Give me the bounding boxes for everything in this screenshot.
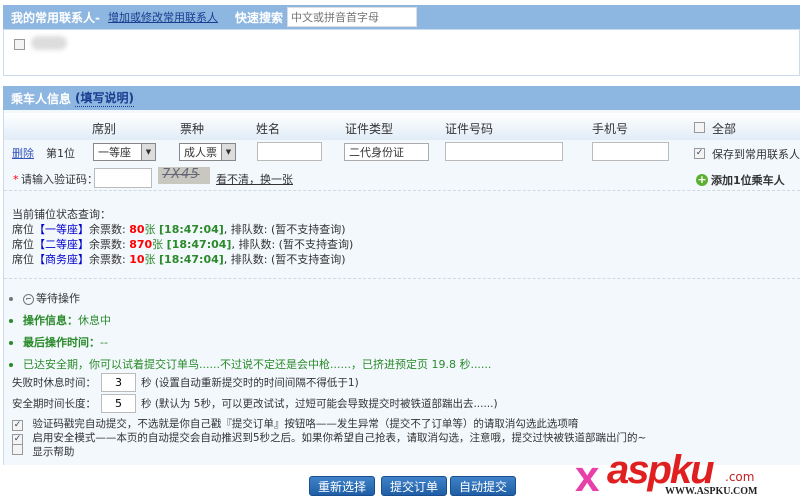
divider	[4, 278, 800, 279]
header-phone: 手机号	[592, 122, 629, 136]
header-ticket: 票种	[180, 122, 205, 136]
last-op-value: --	[100, 336, 108, 349]
seat-status-row: 席位【商务座】余票数: 10张 [18:47:04], 排队数: (暂不支持查询…	[12, 252, 353, 267]
clock-icon: ⌐	[23, 293, 34, 305]
help-link[interactable]: (填写说明)	[75, 89, 134, 107]
waiting-status: 等待操作	[36, 292, 80, 305]
remaining-label: 余票数:	[89, 223, 130, 236]
add-passenger-link[interactable]: 添加1位乘车人	[711, 172, 785, 188]
op-info-value: 休息中	[78, 314, 111, 327]
passenger-index: 第1位	[46, 147, 75, 160]
status-title: 当前铺位状态查询：	[12, 208, 111, 221]
remaining-count: 10	[129, 253, 145, 266]
contact-name-blurred	[31, 36, 67, 50]
seat-type: 【商务座】	[34, 253, 89, 266]
seat-select[interactable]: 一等座 ▼	[93, 143, 156, 161]
show-help-checkbox[interactable]	[12, 444, 23, 455]
ticket-select[interactable]: 成人票 ▼	[179, 143, 236, 161]
seat-status-row: 席位【一等座】余票数: 80张 [18:47:04], 排队数: (暂不支持查询…	[12, 222, 353, 237]
save-contact-label: 保存到常用联系人	[712, 148, 800, 161]
contacts-list	[3, 29, 800, 76]
seat-prefix: 席位	[12, 223, 34, 236]
chevron-down-icon: ▼	[141, 144, 155, 160]
id-type-select[interactable]: 二代身份证	[344, 143, 429, 161]
safe-mode-label: 启用安全模式——本页的自动提交会自动推迟到5秒之后。如果你希望自己抢表，请取消勾…	[32, 432, 647, 444]
divider	[4, 190, 800, 191]
auto-submit-button[interactable]: 自动提交	[450, 476, 517, 496]
required-asterisk: *	[13, 173, 19, 186]
unit: 张	[144, 253, 156, 266]
captcha-refresh-link[interactable]: 看不清，换一张	[216, 171, 293, 187]
passenger-header: 乘车人信息 (填写说明)	[3, 86, 800, 110]
fail-rest-input[interactable]	[101, 372, 136, 392]
remaining-label: 余票数:	[89, 238, 130, 251]
seat-status-row: 席位【二等座】余票数: 870张 [18:47:04], 排队数: (暂不支持查…	[12, 237, 353, 252]
save-contact-checkbox[interactable]: ✓	[694, 148, 705, 159]
seat-prefix: 席位	[12, 238, 34, 251]
select-all-checkbox[interactable]	[694, 122, 705, 133]
safe-period-input[interactable]	[101, 393, 136, 413]
reset-button[interactable]: 重新选择	[309, 476, 376, 496]
edit-contacts-link[interactable]: 增加或修改常用联系人	[108, 9, 218, 25]
remaining-count: 870	[129, 238, 153, 251]
settings-section: 失败时休息时间： 秒 (设置自动重新提交时的时间间隔不得低于1) 安全期时间长度：…	[12, 372, 646, 458]
name-input[interactable]	[257, 142, 322, 161]
contacts-title: 我的常用联系人-	[11, 10, 100, 25]
captcha-input[interactable]	[94, 168, 152, 188]
table-header: 席别 票种 姓名 证件类型 证件号码 手机号 全部	[4, 113, 800, 140]
show-help-label: 显示帮助	[32, 446, 75, 458]
add-icon: +	[696, 173, 708, 186]
query-time: [18:47:04]	[159, 223, 224, 236]
delete-link[interactable]: 删除	[12, 145, 34, 161]
header-name: 姓名	[256, 122, 281, 136]
safe-period-label: 安全期时间长度：	[12, 397, 96, 410]
header-seat: 席别	[92, 122, 117, 136]
remaining-label: 余票数:	[89, 253, 130, 266]
status-section: 当前铺位状态查询： 席位【一等座】余票数: 80张 [18:47:04], 排队…	[12, 207, 353, 267]
query-time: [18:47:04]	[159, 253, 224, 266]
header-id-type: 证件类型	[345, 122, 394, 136]
chevron-down-icon: ▼	[221, 144, 235, 160]
fail-rest-label: 失败时休息时间：	[12, 376, 96, 389]
safe-period-message: 已达安全期，你可以试着提交订单鸟......不过说不定还是会中枪......，已…	[23, 358, 492, 371]
submit-order-button[interactable]: 提交订单	[381, 476, 448, 496]
contacts-header: 我的常用联系人- 增加或修改常用联系人 快速搜索	[3, 5, 800, 29]
safe-period-note: 秒 (默认为 5秒，可以更改试试，过短可能会导致提交时被铁道部踹出去......…	[141, 397, 498, 410]
seat-value: 一等座	[98, 146, 131, 159]
captcha-image[interactable]: 7X45	[158, 167, 210, 184]
ticket-value: 成人票	[184, 146, 217, 159]
queue-info: , 排队数: (暂不支持查询)	[231, 238, 354, 251]
header-all: 全部	[712, 122, 737, 136]
ops-section: ⌐ 等待操作 操作信息：休息中 最后操作时间：-- 已达安全期，你可以试着提交订单…	[9, 288, 491, 376]
auto-submit-label: 验证码戳完自动提交，不选就是你自己戳『提交订单』按钮咯——发生异常（提交不了订单…	[32, 418, 579, 430]
unit: 张	[144, 223, 156, 236]
quick-search-label: 快速搜索	[234, 10, 283, 25]
id-type-value: 二代身份证	[349, 146, 404, 159]
queue-info: , 排队数: (暂不支持查询)	[223, 223, 346, 236]
fail-rest-note: 秒 (设置自动重新提交时的时间间隔不得低于1)	[141, 376, 359, 389]
unit: 张	[152, 238, 164, 251]
seat-type: 【二等座】	[34, 238, 89, 251]
query-time: [18:47:04]	[166, 238, 232, 251]
queue-info: , 排队数: (暂不支持查询)	[223, 253, 346, 266]
id-number-input[interactable]	[445, 142, 563, 161]
passenger-title: 乘车人信息	[11, 91, 72, 106]
op-info-label: 操作信息：	[23, 314, 78, 327]
watermark-logo: x aspku .com WWW.ASPKU.COM	[575, 448, 758, 501]
header-id-no: 证件号码	[445, 122, 494, 136]
last-op-label: 最后操作时间：	[23, 336, 100, 349]
captcha-label: 请输入验证码：	[21, 173, 98, 186]
passenger-panel: 席别 票种 姓名 证件类型 证件号码 手机号 全部 删除 第1位 一等座 ▼ 成人…	[3, 110, 800, 465]
seat-type: 【一等座】	[34, 223, 89, 236]
phone-input[interactable]	[592, 142, 669, 161]
seat-prefix: 席位	[12, 253, 34, 266]
remaining-count: 80	[129, 223, 145, 236]
quick-search-input[interactable]	[287, 7, 417, 27]
contact-checkbox[interactable]	[14, 39, 25, 50]
